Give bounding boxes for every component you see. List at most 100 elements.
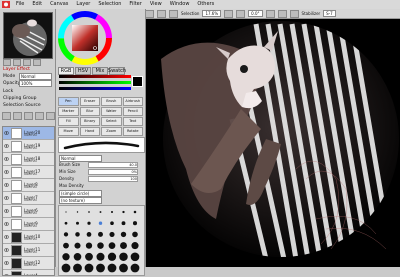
brush-size-dot[interactable] [131,242,139,250]
brush-size-dot[interactable] [121,221,126,226]
menu-view[interactable]: View [146,0,166,9]
tool-marker[interactable]: Marker [58,107,79,116]
navigator-preview[interactable] [3,12,53,59]
layer-row[interactable]: Layer10 Normal [3,231,54,244]
invert-selection-button[interactable] [157,9,166,18]
eye-icon[interactable] [4,170,9,175]
blend-mode-select[interactable]: Normal [19,73,52,80]
tool-pen[interactable]: Pen [58,97,79,106]
clipping-group-checkbox[interactable]: Clipping Group [3,96,36,101]
tool-move[interactable]: Move [58,127,79,136]
layer-row[interactable]: Layer8 Normal [3,179,54,192]
tab-swatch[interactable]: Swatch [108,67,126,75]
rotate-right-button[interactable] [277,9,287,18]
brush-size-dot[interactable] [110,221,114,226]
menu-window[interactable]: Window [166,0,194,9]
brush-size-dot[interactable] [119,252,128,262]
tool-hand[interactable]: Hand [79,127,100,136]
tool-pencil[interactable]: Pencil [122,107,143,116]
brush-size-dot[interactable] [96,252,105,261]
brush-size-dot[interactable] [107,263,117,273]
foreground-color-swatch[interactable] [132,76,143,87]
brush-size-dot[interactable] [122,210,125,214]
layer-row[interactable]: Layer9 Normal [3,218,54,231]
brush-size-dot[interactable] [107,252,117,261]
layer-row[interactable]: Layer11 Normal [3,244,54,257]
nav-rotate-button[interactable] [23,59,31,66]
deselect-button[interactable] [145,9,154,18]
brush-shape-select[interactable]: (simple circle) [59,190,102,197]
clear-layer-button[interactable] [35,112,44,120]
min-size-slider[interactable]: 0% [88,169,138,175]
brush-size-dot[interactable] [132,221,138,226]
menu-filter[interactable]: Filter [125,0,145,9]
brush-size-dot[interactable] [85,252,93,261]
eye-icon[interactable] [4,144,9,149]
green-slider[interactable] [59,81,131,84]
color-wheel[interactable] [58,11,143,66]
menu-file[interactable]: File [12,0,28,9]
brush-size-dot[interactable] [63,242,69,249]
brush-size-dot[interactable] [85,242,93,249]
menu-layer[interactable]: Layer [72,0,94,9]
layer-row[interactable]: Layer18 Normal [3,153,54,166]
eye-icon[interactable] [4,157,9,162]
new-layer-button[interactable] [2,112,11,120]
brush-texture-select[interactable]: (no texture) [59,197,102,204]
brush-size-dot[interactable] [73,253,82,261]
brush-size-dot[interactable] [98,231,103,237]
tool-zoom[interactable]: Zoom [101,127,122,136]
eye-icon[interactable] [4,274,9,275]
eye-icon[interactable] [4,209,9,214]
nav-reset-button[interactable] [33,59,41,66]
eye-icon[interactable] [4,196,9,201]
brush-size-dot[interactable] [63,232,69,237]
opacity-slider[interactable]: 100% [19,80,52,87]
brush-size-dot[interactable] [98,221,103,225]
layer-row[interactable]: Layer20 Normal [3,127,54,140]
zoom-in-button[interactable] [236,9,246,18]
menu-edit[interactable]: Edit [28,0,46,9]
brush-size-dot[interactable] [99,211,102,213]
merge-down-button[interactable] [24,112,33,120]
show-selection-button[interactable] [169,9,178,18]
eye-icon[interactable] [4,222,9,227]
menu-canvas[interactable]: Canvas [46,0,72,9]
brush-size-dot[interactable] [119,263,128,273]
eye-icon[interactable] [4,131,9,136]
brush-size-dot[interactable] [62,253,70,261]
tab-rgb[interactable]: RGB [58,67,74,75]
layer-row[interactable]: Layer4Normal [3,270,54,275]
layer-effect-label[interactable]: Layer Effect [3,67,30,72]
rotate-left-button[interactable] [265,9,275,18]
brush-mode-select[interactable]: Normal [59,155,102,162]
tool-water[interactable]: Water [101,107,122,116]
brush-size-dot[interactable] [96,263,105,273]
brush-size-dot[interactable] [86,232,92,237]
tool-blur[interactable]: Blur [79,107,100,116]
layer-row[interactable]: Layer7 Normal [3,192,54,205]
nav-zoom-in-button[interactable] [13,59,21,66]
tool-text[interactable]: Text [122,117,143,126]
brush-size-dot[interactable] [133,210,137,214]
angle-field[interactable]: 0.0° [248,10,263,17]
brush-size-dot[interactable] [130,263,140,273]
brush-size-dot[interactable] [73,263,82,273]
stabilizer-select[interactable]: S-7 [323,10,336,17]
tool-airbrush[interactable]: Airbrush [122,97,143,106]
brush-size-dot[interactable] [97,242,104,249]
tool-brush[interactable]: Brush [101,97,122,106]
brush-size-dot[interactable] [61,263,71,273]
menu-selection[interactable]: Selection [94,0,125,9]
brush-size-dot[interactable] [132,231,138,238]
brush-size-dot[interactable] [109,231,115,237]
flip-button[interactable] [289,9,299,18]
tool-eraser[interactable]: Eraser [79,97,100,106]
tab-mix[interactable]: Mix [92,67,108,75]
selection-source-checkbox[interactable]: Selection Source [3,103,41,108]
layer-row[interactable]: Layer12 Normal [3,257,54,270]
density-slider[interactable]: 100 [88,176,138,182]
tool-binary[interactable]: Binary [79,117,100,126]
zoom-out-button[interactable] [224,9,234,18]
brush-size-dot[interactable] [87,221,91,225]
